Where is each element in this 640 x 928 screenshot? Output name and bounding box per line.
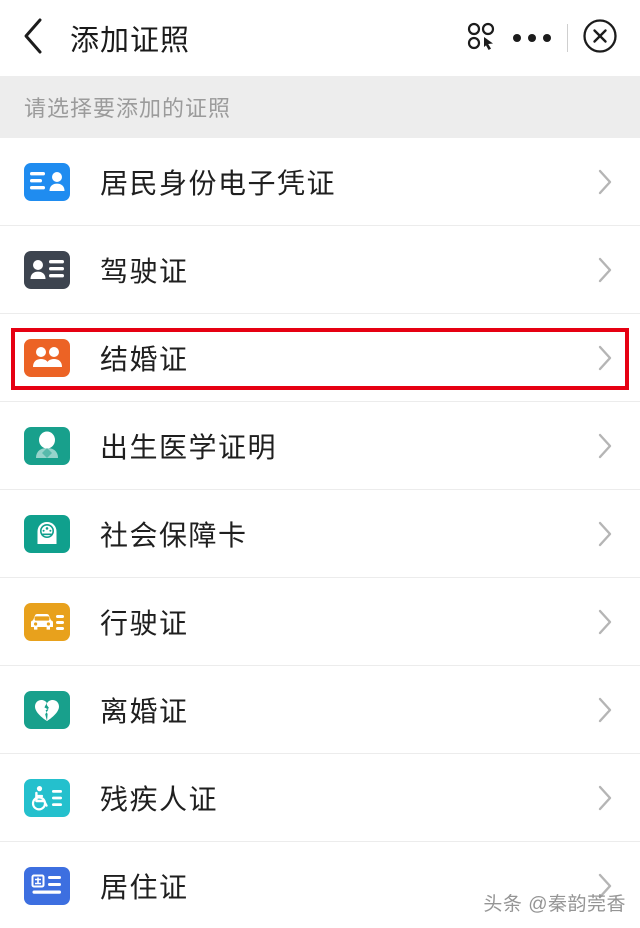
wheelchair-icon [24,779,70,817]
close-circle-icon [582,18,618,59]
section-hint-bar: 请选择要添加的证照 [0,76,640,138]
list-item-disability-certificate[interactable]: 残疾人证 [0,754,640,842]
chevron-right-icon [592,167,618,197]
list-item-vehicle-license[interactable]: 行驶证 [0,578,640,666]
navigation-bar: 添加证照 [0,0,640,76]
baby-icon [24,427,70,465]
driver-license-icon [24,251,70,289]
list-item-marriage-certificate[interactable]: 结婚证 [0,314,640,402]
list-item-label: 残疾人证 [100,784,219,815]
page-title: 添加证照 [70,25,191,57]
list-item-social-security-card[interactable]: 社会保障卡 [0,490,640,578]
broken-heart-icon [24,691,70,729]
list-item-label: 社会保障卡 [100,520,248,551]
back-button[interactable] [22,16,56,60]
chevron-right-icon [592,695,618,725]
watermark: 头条 @秦韵莞香 [483,894,626,915]
more-dots-icon [543,34,551,42]
chevron-right-icon [592,607,618,637]
chevron-right-icon [592,255,618,285]
mini-program-menu-icon [466,21,496,56]
couple-icon [24,339,70,377]
section-hint-label: 请选择要添加的证照 [24,96,232,121]
list-item-label: 居民身份电子凭证 [100,168,337,199]
close-button[interactable] [578,16,622,60]
vehicle-license-icon [24,603,70,641]
chevron-right-icon [592,343,618,373]
certificate-list: 居民身份电子凭证 驾驶证 结婚证 出生医学证明 社会保障卡 行驶证 离婚证 残疾… [0,138,640,928]
list-item-label: 出生医学证明 [100,432,278,463]
social-security-emblem-icon [24,515,70,553]
residence-permit-icon [24,867,70,905]
list-item-label: 驾驶证 [100,256,189,287]
list-item-birth-certificate[interactable]: 出生医学证明 [0,402,640,490]
list-item-resident-id[interactable]: 居民身份电子凭证 [0,138,640,226]
more-dots-icon [513,34,521,42]
chevron-left-icon [22,17,44,60]
more-options-button[interactable] [501,18,563,58]
list-item-divorce-certificate[interactable]: 离婚证 [0,666,640,754]
list-item-label: 结婚证 [100,344,189,375]
capsule-divider [567,24,568,52]
app-screen: 添加证照 请选择要添加的证照 居民身份电子凭证 驾驶证 结婚证 出生医学证明 社… [0,0,640,928]
list-item-label: 行驶证 [100,608,189,639]
chevron-right-icon [592,431,618,461]
mini-program-menu-button[interactable] [461,18,501,58]
capsule-menu [461,16,622,60]
list-item-label: 居住证 [100,872,189,903]
list-item-label: 离婚证 [100,696,189,727]
more-dots-icon [528,34,536,42]
chevron-right-icon [592,519,618,549]
list-item-driver-license[interactable]: 驾驶证 [0,226,640,314]
id-card-icon [24,163,70,201]
chevron-right-icon [592,783,618,813]
